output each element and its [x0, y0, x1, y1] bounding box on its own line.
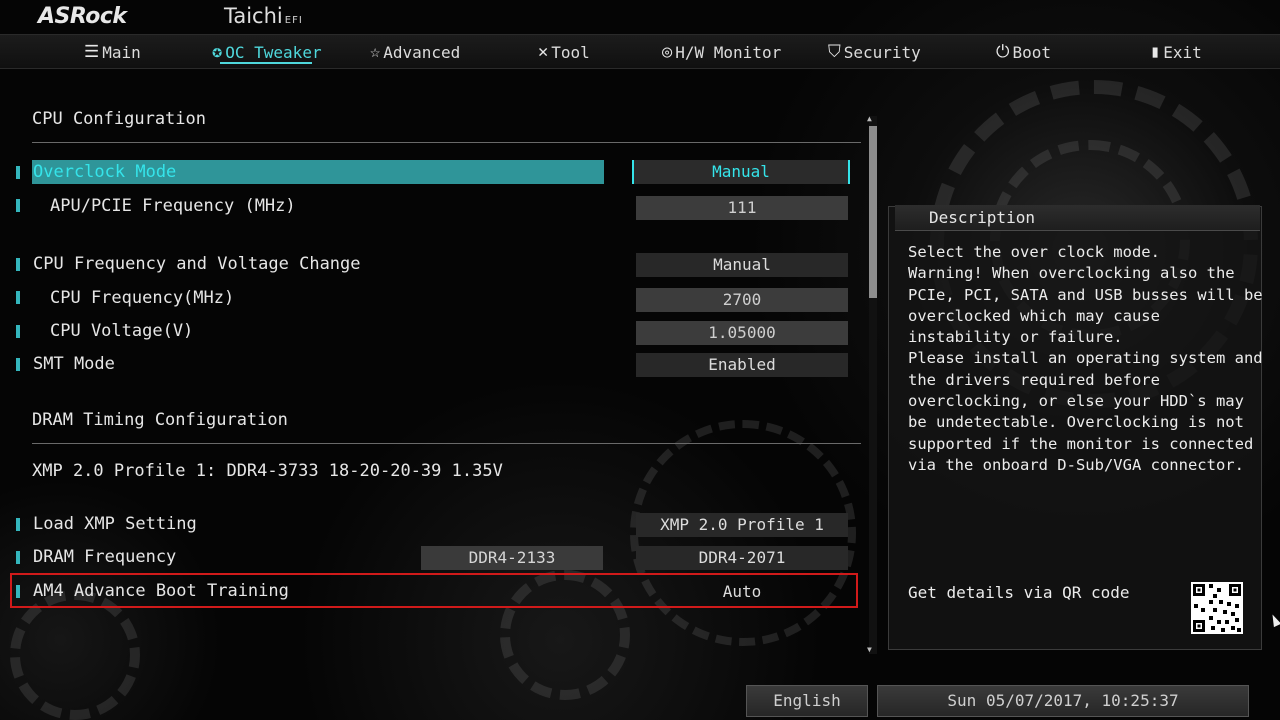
door-exit-icon: ▮ [1150, 42, 1161, 62]
setting-load-xmp[interactable]: Load XMP Setting [32, 512, 604, 536]
efi-suffix: EFI [284, 15, 303, 26]
qr-code-icon[interactable] [1191, 582, 1243, 634]
setting-label: APU/PCIE Frequency (MHz) [50, 196, 296, 216]
row-bullet [16, 358, 20, 371]
date-time-display: Sun 05/07/2017, 10:25:37 [877, 685, 1249, 717]
tab-advanced[interactable]: ☆ Advanced [370, 41, 460, 63]
setting-label: CPU Frequency(MHz) [50, 288, 235, 308]
row-bullet [16, 518, 20, 531]
description-title: Description [929, 208, 1035, 227]
tools-icon: ✕ [538, 42, 549, 62]
asrock-logo: ASRock [38, 4, 127, 29]
setting-label: Load XMP Setting [33, 514, 197, 534]
setting-cpu-frequency-voltage-change[interactable]: CPU Frequency and Voltage Change [32, 252, 604, 276]
cpu-frequency-value[interactable]: 2700 [636, 288, 848, 312]
setting-cpu-voltage[interactable]: CPU Voltage(V) [32, 319, 604, 343]
setting-cpu-frequency[interactable]: CPU Frequency(MHz) [32, 286, 604, 310]
row-bullet [16, 166, 20, 179]
setting-smt-mode[interactable]: SMT Mode [32, 352, 604, 376]
shield-icon: ⛉ [828, 42, 841, 62]
dram-frequency-value[interactable]: DDR4-2071 [636, 546, 848, 570]
overclock-mode-value[interactable]: Manual [632, 160, 850, 184]
cpu-frequency-voltage-change-value[interactable]: Manual [636, 253, 848, 277]
setting-label: CPU Frequency and Voltage Change [33, 254, 361, 274]
apu-pcie-frequency-value[interactable]: 111 [636, 196, 848, 220]
brand-bar: ASRock Taichi EFI [0, 0, 1280, 34]
cpu-voltage-value[interactable]: 1.05000 [636, 321, 848, 345]
scrollbar-thumb[interactable] [869, 126, 877, 298]
model-name: Taichi [224, 4, 283, 28]
list-icon: ☰ [84, 42, 100, 62]
setting-label: DRAM Frequency [33, 547, 177, 567]
section-title-cpu: CPU Configuration [32, 109, 206, 129]
taichi-model-logo: Taichi EFI [224, 4, 303, 28]
language-button[interactable]: English [746, 685, 868, 717]
setting-label: CPU Voltage(V) [50, 321, 194, 341]
dram-frequency-current: DDR4-2133 [421, 546, 603, 570]
description-text: Select the over clock mode. Warning! Whe… [908, 243, 1263, 474]
setting-apu-pcie-frequency[interactable]: APU/PCIE Frequency (MHz) [32, 194, 604, 218]
tab-exit[interactable]: ▮ Exit [1150, 41, 1202, 63]
highlight-box [10, 573, 858, 608]
section-divider [32, 142, 861, 143]
scroll-up-arrow-icon[interactable]: ▲ [867, 114, 872, 123]
qr-code-label: Get details via QR code [908, 583, 1130, 602]
setting-dram-frequency[interactable]: DRAM Frequency [32, 545, 412, 569]
setting-label: SMT Mode [33, 354, 115, 374]
tab-security[interactable]: ⛉ Security [828, 41, 921, 63]
tab-hw-monitor[interactable]: ◎ H/W Monitor [662, 41, 781, 63]
row-bullet [16, 551, 20, 564]
xmp-profile-info: XMP 2.0 Profile 1: DDR4-3733 18-20-20-39… [32, 461, 503, 481]
rocket-icon: ✪ [212, 42, 223, 62]
section-divider [32, 443, 861, 444]
setting-label: Overclock Mode [33, 162, 177, 182]
row-bullet [16, 258, 20, 271]
top-navigation: ☰ Main ✪ OC Tweaker ☆ Advanced ✕ Tool ◎ H/W M… [0, 34, 1280, 69]
section-title-dram: DRAM Timing Configuration [32, 410, 288, 430]
power-icon: ⏻ [996, 42, 1010, 62]
tab-main[interactable]: ☰ Main [84, 41, 141, 63]
scroll-down-arrow-icon[interactable]: ▼ [867, 645, 872, 654]
row-bullet [16, 325, 20, 338]
monitor-icon: ◎ [662, 42, 673, 62]
tab-tool[interactable]: ✕ Tool [538, 41, 590, 63]
row-bullet [16, 291, 20, 304]
active-tab-underline [220, 62, 312, 64]
tab-oc-tweaker[interactable]: ✪ OC Tweaker [212, 41, 322, 63]
smt-mode-value[interactable]: Enabled [636, 353, 848, 377]
tab-boot[interactable]: ⏻ Boot [996, 41, 1051, 63]
load-xmp-value[interactable]: XMP 2.0 Profile 1 [636, 513, 848, 537]
star-icon: ☆ [370, 42, 381, 62]
row-bullet [16, 199, 20, 212]
setting-overclock-mode[interactable]: Overclock Mode [32, 160, 604, 184]
